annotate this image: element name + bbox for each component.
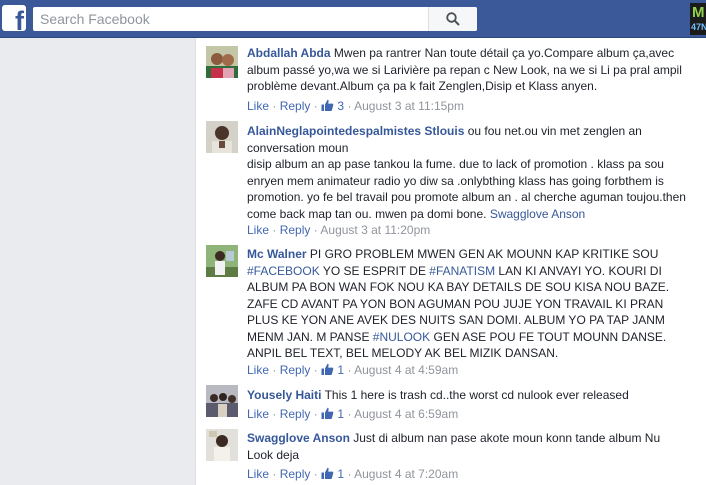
comment-text-fragment: disip album an ap pase tankou la fume. d… [247, 157, 686, 221]
comment-text: This 1 here is trash cd..the worst cd nu… [325, 388, 629, 402]
comment-link[interactable]: Swagglove Anson [490, 207, 585, 221]
comment-text: ou fou net.ou vin met zenglen an convers… [247, 124, 686, 221]
reply-link[interactable]: Reply [280, 99, 311, 113]
reply-link[interactable]: Reply [280, 363, 311, 377]
comment-link[interactable]: #NULOOK [373, 330, 430, 344]
thumbs-up-icon [321, 407, 334, 419]
avatar[interactable] [206, 121, 238, 153]
avatar[interactable] [206, 429, 238, 461]
corner-app-badge[interactable]: M 47N [690, 3, 706, 35]
comment-text-fragment: This 1 here is trash cd..the worst cd nu… [324, 388, 629, 402]
comment-author[interactable]: Abdallah Abda [247, 46, 331, 60]
comments-panel: Abdallah Abda Mwen pa rantrer Nan toute … [195, 38, 706, 485]
comment-timestamp[interactable]: August 4 at 4:59am [354, 363, 458, 377]
like-link[interactable]: Like [247, 223, 269, 237]
thumbs-up-icon [321, 363, 334, 375]
comment-author[interactable]: AlainNeglapointedespalmistes Stlouis [247, 124, 464, 138]
comment-link[interactable]: #FACEBOOK [247, 264, 320, 278]
comment-body: Mc Walner PI GRO PROBLEM MWEN GEN AK MOU… [247, 246, 687, 362]
search-box [33, 7, 477, 31]
comment-text-fragment: PI GRO PROBLEM MWEN GEN AK MOUNN KAP KRI… [309, 247, 659, 261]
comment-timestamp[interactable]: August 4 at 7:20am [354, 467, 458, 481]
avatar[interactable] [206, 245, 238, 277]
comment-actions: Like · Reply · 1 · August 4 at 7:20am [247, 467, 459, 481]
search-icon [446, 12, 460, 26]
like-link[interactable]: Like [247, 99, 269, 113]
like-link[interactable]: Like [247, 407, 269, 421]
comment-actions: Like · Reply · 3 · August 3 at 11:15pm [247, 99, 464, 113]
comment-body: AlainNeglapointedespalmistes Stlouis ou … [247, 123, 687, 222]
comment-text-fragment: YO SE ESPRIT DE [319, 263, 430, 278]
avatar[interactable] [206, 46, 238, 78]
like-count[interactable]: 1 [321, 467, 344, 481]
comment-actions: Like · Reply · 1 · August 4 at 4:59am [247, 363, 459, 377]
comment-author[interactable]: Swagglove Anson [247, 431, 350, 445]
search-button[interactable] [428, 7, 477, 31]
comment-text: PI GRO PROBLEM MWEN GEN AK MOUNN KAP KRI… [247, 247, 669, 360]
thumbs-up-icon [321, 467, 334, 479]
like-count[interactable]: 1 [321, 407, 344, 421]
comment-body: Abdallah Abda Mwen pa rantrer Nan toute … [247, 45, 687, 95]
comment-link[interactable]: #FANATISM [429, 264, 495, 278]
top-navigation-bar: f M 47N [0, 0, 706, 38]
avatar[interactable] [206, 385, 238, 417]
comment-timestamp[interactable]: August 4 at 6:59am [354, 407, 458, 421]
comment-actions: Like · Reply · 1 · August 4 at 6:59am [247, 407, 459, 421]
comment-timestamp[interactable]: August 3 at 11:15pm [354, 99, 464, 113]
comment-author[interactable]: Yousely Haiti [247, 388, 321, 402]
like-count[interactable]: 1 [321, 363, 344, 377]
comment-actions: Like · Reply · August 3 at 11:20pm [247, 223, 431, 237]
reply-link[interactable]: Reply [280, 407, 311, 421]
comment-body: Swagglove Anson Just di album nan pase a… [247, 430, 687, 463]
comment-timestamp[interactable]: August 3 at 11:20pm [320, 223, 430, 237]
search-input[interactable] [33, 7, 433, 31]
comment-body: Yousely Haiti This 1 here is trash cd..t… [247, 387, 687, 404]
facebook-logo-icon[interactable]: f [2, 5, 26, 31]
like-link[interactable]: Like [247, 363, 269, 377]
reply-link[interactable]: Reply [280, 223, 311, 237]
reply-link[interactable]: Reply [280, 467, 311, 481]
comment-author[interactable]: Mc Walner [247, 247, 307, 261]
like-link[interactable]: Like [247, 467, 269, 481]
thumbs-up-icon [321, 99, 334, 111]
like-count[interactable]: 3 [321, 99, 344, 113]
